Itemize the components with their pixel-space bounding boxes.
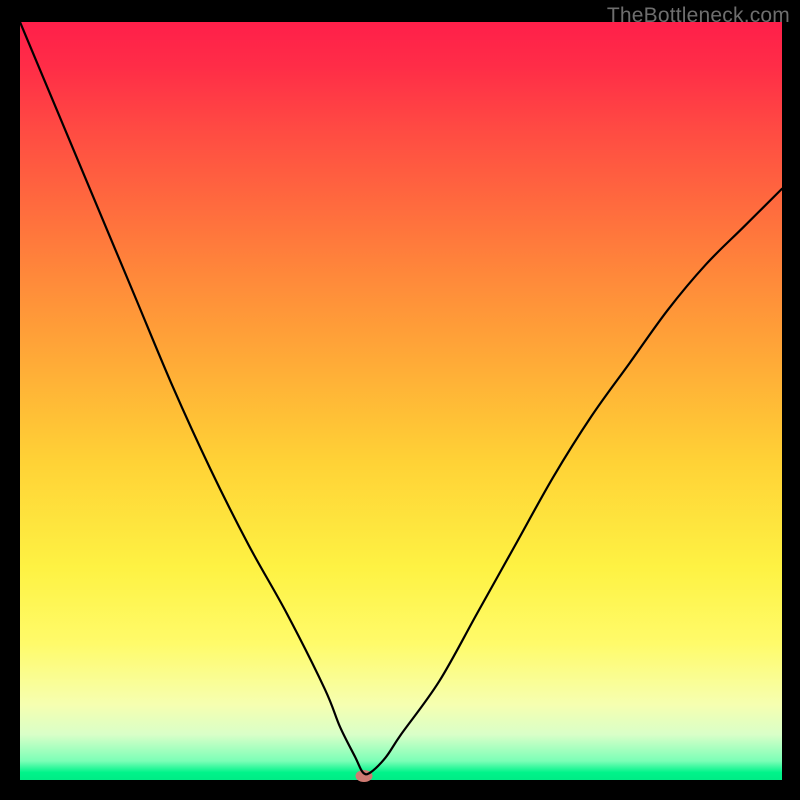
chart-frame: TheBottleneck.com [0,0,800,800]
bottleneck-curve [20,22,782,780]
watermark-text: TheBottleneck.com [607,4,790,28]
plot-area [20,22,782,780]
